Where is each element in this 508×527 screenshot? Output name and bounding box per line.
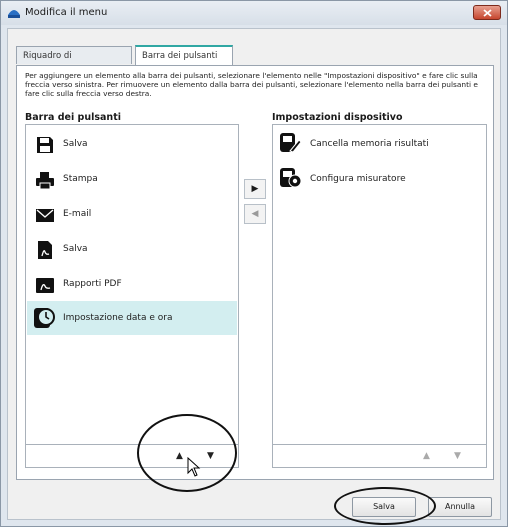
dialog-window: Modifica il menu Riquadro di navigazione… [0,0,508,527]
item-label: Salva [63,244,88,254]
item-label: Rapporti PDF [63,279,122,289]
envelope-icon [36,209,54,222]
list-item-rapporti-pdf[interactable]: Rapporti PDF [27,267,237,301]
erase-meter-icon [280,133,302,153]
move-up-arrow-disabled[interactable]: ▲ [423,451,430,461]
close-icon [483,9,492,17]
window-title: Modifica il menu [25,7,108,18]
left-list-footer: ▲ ▼ [26,444,238,467]
button-bar-list[interactable]: Salva Stampa E-mail Salva Rapporti PDF I… [25,124,239,468]
list-item-cancella-memoria[interactable]: Cancella memoria risultati [274,127,484,161]
app-logo-icon [8,10,20,18]
list-item-salva[interactable]: Salva [27,127,237,161]
move-down-arrow[interactable]: ▼ [207,451,214,461]
instructions-text: Per aggiungere un elemento alla barra de… [25,71,478,98]
move-up-arrow[interactable]: ▲ [176,451,183,461]
tab-riquadro-navigazione[interactable]: Riquadro di navigazione [16,46,132,79]
dialog-client-area: Riquadro di navigazione Barra dei pulsan… [7,28,501,520]
mouse-cursor-icon [187,457,201,477]
printer-icon [36,172,54,190]
cancel-button[interactable]: Annulla [428,497,492,517]
move-right-button[interactable]: ▶ [244,179,266,199]
device-settings-list[interactable]: Cancella memoria risultati Configura mis… [272,124,487,468]
item-label: Configura misuratore [310,174,406,184]
pdf-report-icon [36,278,54,293]
left-list-title: Barra dei pulsanti [25,112,121,123]
list-item-configura-misuratore[interactable]: Configura misuratore [274,162,484,196]
save-button[interactable]: Salva [352,497,416,517]
right-list-title: Impostazioni dispositivo [272,112,403,123]
close-button[interactable] [473,5,501,20]
list-item-email[interactable]: E-mail [27,197,237,231]
item-label: Salva [63,139,88,149]
tab-panel: Per aggiungere un elemento alla barra de… [16,65,494,480]
tab-barra-pulsanti[interactable]: Barra dei pulsanti [135,45,233,65]
item-label: Stampa [63,174,98,184]
clock-meter-icon [34,308,55,328]
gear-meter-icon [280,168,302,188]
item-label: Impostazione data e ora [63,313,173,323]
list-item-impostazione-data-ora[interactable]: Impostazione data e ora [27,301,237,335]
save-icon [37,137,53,153]
right-list-footer: ▲ ▼ [273,444,486,467]
item-label: E-mail [63,209,92,219]
move-down-arrow-disabled[interactable]: ▼ [454,451,461,461]
list-item-salva-pdf[interactable]: Salva [27,232,237,266]
list-item-stampa[interactable]: Stampa [27,162,237,196]
pdf-save-icon [38,241,52,259]
move-left-button[interactable]: ◀ [244,204,266,224]
item-label: Cancella memoria risultati [310,139,429,149]
title-bar[interactable]: Modifica il menu [1,1,507,25]
